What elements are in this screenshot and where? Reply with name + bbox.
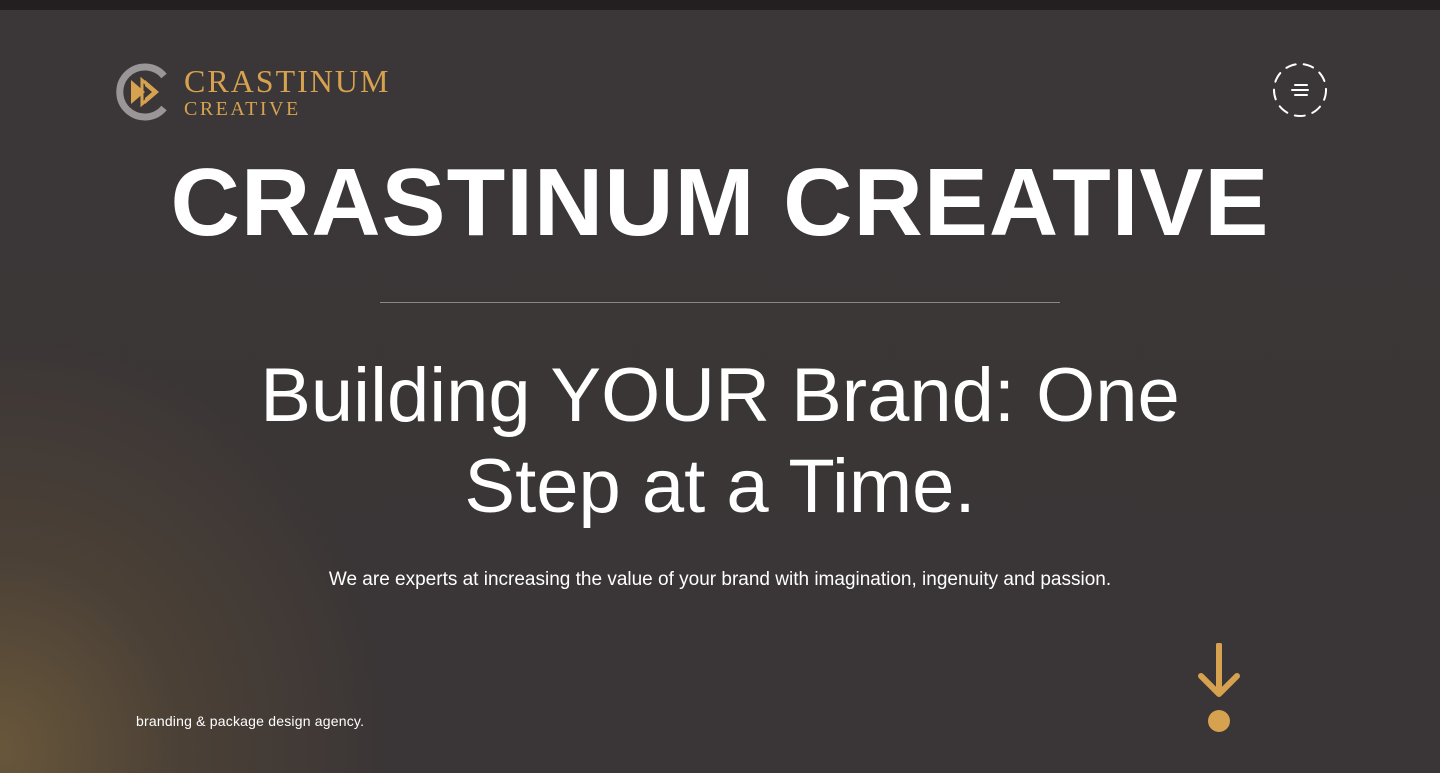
scroll-down-button[interactable] xyxy=(1195,643,1243,735)
logo[interactable]: CRASTINUM CREATIVE xyxy=(112,60,422,124)
logo-wordmark: CRASTINUM CREATIVE xyxy=(184,65,390,119)
logo-name: CRASTINUM xyxy=(184,63,391,99)
arrow-down-icon xyxy=(1195,643,1243,735)
hero-description: We are experts at increasing the value o… xyxy=(328,569,1112,590)
hero-subtitle: Building YOUR Brand: One Step at a Time. xyxy=(260,353,1180,529)
top-bar xyxy=(0,0,1440,10)
play-forward-logo-icon xyxy=(112,61,174,123)
title-divider xyxy=(380,302,1060,303)
hero-section: CRASTINUM CREATIVE CRASTINUM CREATIVE Bu… xyxy=(0,10,1440,773)
agency-tagline: branding & package design agency. xyxy=(136,713,365,729)
menu-button[interactable] xyxy=(1272,62,1328,118)
menu-icon xyxy=(1272,62,1328,118)
logo-subname: CREATIVE xyxy=(184,98,301,120)
page-title: CRASTINUM CREATIVE xyxy=(170,149,1270,256)
